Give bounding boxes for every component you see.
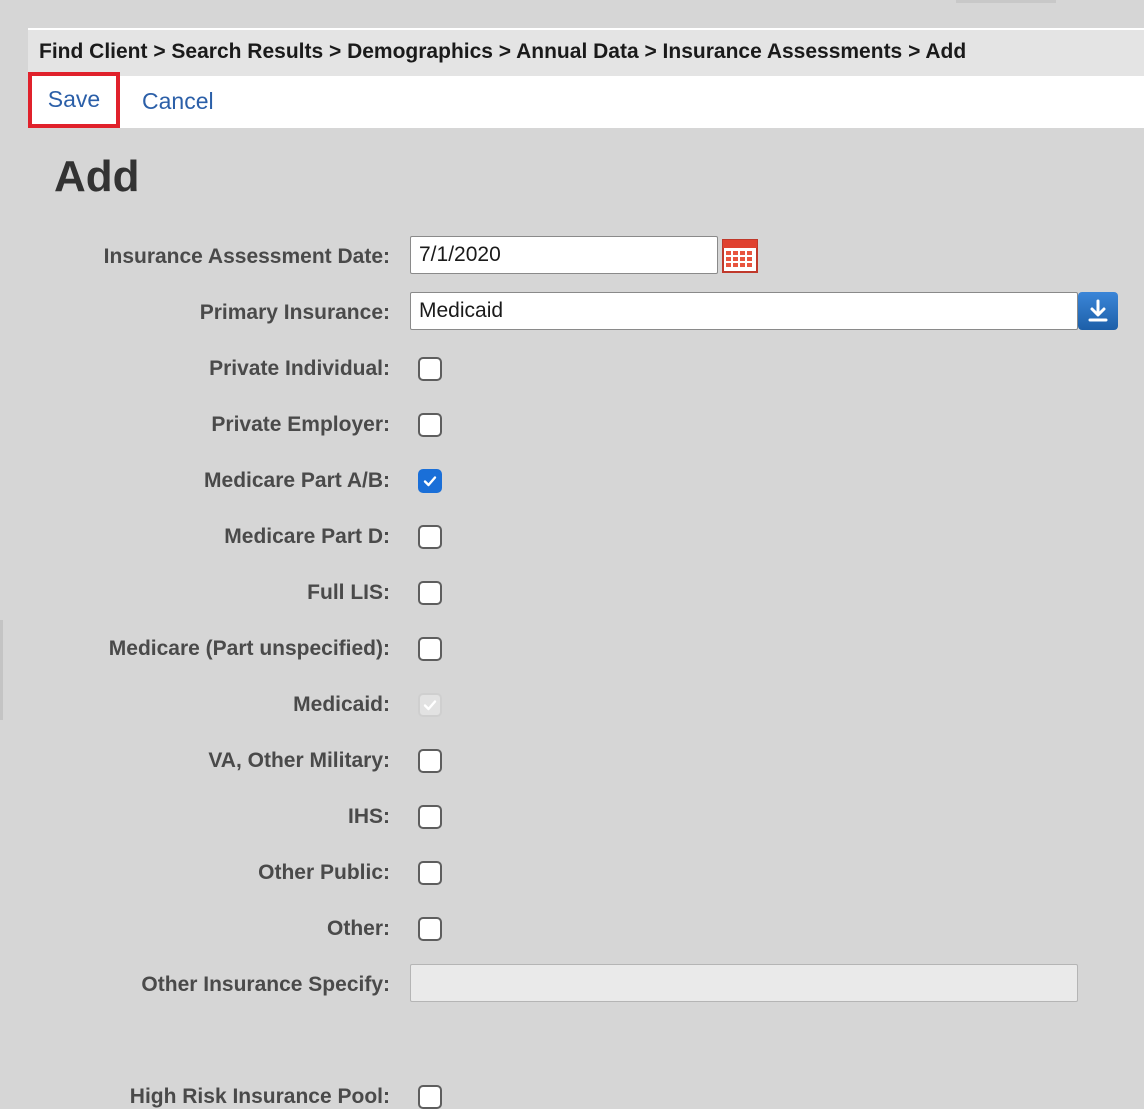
- other-insurance-specify-label: Other Insurance Specify:: [141, 973, 390, 996]
- top-strip: [0, 0, 1144, 28]
- left-edge-line: [0, 620, 3, 720]
- private-employer-checkbox[interactable]: [418, 413, 442, 437]
- full-lis-checkbox[interactable]: [418, 581, 442, 605]
- va-other-military-label: VA, Other Military:: [208, 749, 390, 772]
- primary-insurance-label: Primary Insurance:: [199, 301, 390, 324]
- page-title: Add: [54, 152, 140, 201]
- ihs-checkbox[interactable]: [418, 805, 442, 829]
- assessment-date-input[interactable]: 7/1/2020: [410, 236, 718, 274]
- other-label: Other:: [327, 917, 390, 940]
- download-arrow-icon: [1088, 299, 1108, 322]
- cancel-button[interactable]: Cancel: [142, 76, 214, 128]
- medicare-part-d-checkbox[interactable]: [418, 525, 442, 549]
- save-button[interactable]: Save: [28, 72, 120, 128]
- dropdown-button[interactable]: [1078, 292, 1118, 330]
- ihs-label: IHS:: [348, 805, 390, 828]
- medicare-part-d-label: Medicare Part D:: [224, 525, 390, 548]
- medicare-part-unspecified-checkbox[interactable]: [418, 637, 442, 661]
- medicare-part-unspecified-label: Medicare (Part unspecified):: [108, 637, 390, 660]
- calendar-icon[interactable]: [722, 238, 758, 274]
- full-lis-label: Full LIS:: [307, 581, 390, 604]
- medicaid-checkbox: [418, 693, 442, 717]
- medicare-part-a-b-checkbox[interactable]: [418, 469, 442, 493]
- top-notch: [956, 0, 1056, 3]
- other-public-checkbox[interactable]: [418, 861, 442, 885]
- private-employer-label: Private Employer:: [211, 413, 390, 436]
- medicare-part-a-b-label: Medicare Part A/B:: [204, 469, 390, 492]
- va-other-military-checkbox[interactable]: [418, 749, 442, 773]
- high-risk-insurance-pool-checkbox[interactable]: [418, 1085, 442, 1109]
- action-bar: Save Cancel: [28, 72, 1144, 128]
- assessment-date-label: Insurance Assessment Date:: [103, 245, 390, 268]
- high-risk-insurance-pool-label: High Risk Insurance Pool:: [129, 1085, 390, 1108]
- other-public-label: Other Public:: [258, 861, 390, 884]
- medicaid-label: Medicaid:: [293, 693, 390, 716]
- other-checkbox[interactable]: [418, 917, 442, 941]
- private-individual-checkbox[interactable]: [418, 357, 442, 381]
- checkmark-icon: [423, 476, 437, 487]
- checkmark-icon: [423, 700, 437, 711]
- breadcrumb: Find Client > Search Results > Demograph…: [28, 28, 1144, 76]
- other-insurance-specify-input[interactable]: [410, 964, 1078, 1002]
- private-individual-label: Private Individual:: [209, 357, 390, 380]
- primary-insurance-select[interactable]: Medicaid: [410, 292, 1078, 330]
